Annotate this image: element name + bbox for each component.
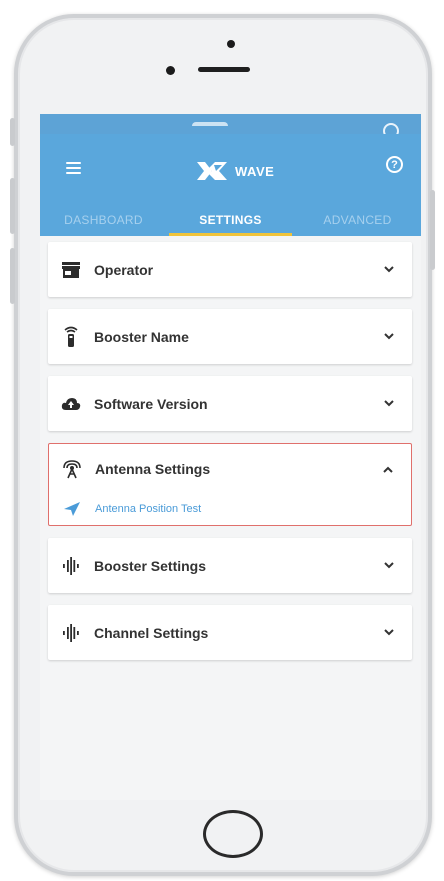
logo-text: WAVE xyxy=(235,163,275,179)
hamburger-menu-icon[interactable] xyxy=(66,162,81,174)
booster-name-label: Booster Name xyxy=(94,328,189,345)
chevron-down-icon xyxy=(384,628,394,638)
channel-settings-label: Channel Settings xyxy=(94,624,209,641)
channel-settings-row[interactable]: Channel Settings xyxy=(48,605,412,660)
settings-card-booster-settings: Booster Settings xyxy=(48,538,412,593)
home-button[interactable] xyxy=(203,810,263,858)
front-camera xyxy=(227,40,235,48)
tab-bar: DASHBOARD SETTINGS ADVANCED xyxy=(40,210,421,236)
power-button xyxy=(430,190,435,270)
earpiece-speaker xyxy=(198,67,250,72)
chevron-up-icon xyxy=(383,464,393,474)
booster-settings-label: Booster Settings xyxy=(94,557,207,574)
wave-logo-icon xyxy=(197,162,227,180)
operator-label: Operator xyxy=(94,261,154,278)
tab-advanced[interactable]: ADVANCED xyxy=(294,210,421,236)
tab-settings[interactable]: SETTINGS xyxy=(167,210,294,236)
settings-card-antenna-settings: Antenna Settings Antenna Position Test xyxy=(48,443,412,526)
settings-card-software-version: Software Version xyxy=(48,376,412,431)
tab-dashboard[interactable]: DASHBOARD xyxy=(40,210,167,236)
cloud-upload-icon xyxy=(48,397,94,411)
antenna-position-test-item[interactable]: Antenna Position Test xyxy=(49,494,411,524)
settings-card-booster-name: Booster Name xyxy=(48,309,412,364)
volume-down-button xyxy=(10,248,15,304)
chevron-down-icon xyxy=(384,265,394,275)
signal-bars-icon xyxy=(48,623,94,642)
booster-settings-row[interactable]: Booster Settings xyxy=(48,538,412,593)
settings-card-operator: Operator xyxy=(48,242,412,297)
software-version-row[interactable]: Software Version xyxy=(48,376,412,431)
antenna-position-test-label: Antenna Position Test xyxy=(95,503,202,515)
previous-frame-header xyxy=(40,114,421,139)
remote-icon xyxy=(48,326,94,348)
settings-list: Operator Booster Name Software Version A… xyxy=(48,242,412,672)
navigation-arrow-icon xyxy=(49,501,95,517)
proximity-sensor xyxy=(166,66,175,75)
chevron-down-icon xyxy=(384,399,394,409)
signal-bars-icon xyxy=(48,556,94,575)
operator-row[interactable]: Operator xyxy=(48,242,412,297)
app-logo: WAVE xyxy=(195,158,274,184)
chevron-down-icon xyxy=(384,561,394,571)
software-version-label: Software Version xyxy=(94,395,208,412)
volume-up-button xyxy=(10,178,15,234)
booster-name-row[interactable]: Booster Name xyxy=(48,309,412,364)
phone-screen: WAVE ? DASHBOARD SETTINGS ADVANCED Opera… xyxy=(40,114,421,800)
app-header: WAVE ? DASHBOARD SETTINGS ADVANCED xyxy=(40,134,421,236)
ghost-logo-icon xyxy=(192,122,228,130)
help-icon[interactable]: ? xyxy=(386,156,403,173)
store-icon xyxy=(48,261,94,279)
chevron-down-icon xyxy=(384,332,394,342)
settings-card-channel-settings: Channel Settings xyxy=(48,605,412,660)
antenna-icon xyxy=(49,459,95,479)
antenna-settings-label: Antenna Settings xyxy=(95,461,211,477)
mute-switch xyxy=(10,118,15,146)
antenna-settings-row[interactable]: Antenna Settings xyxy=(49,444,411,494)
